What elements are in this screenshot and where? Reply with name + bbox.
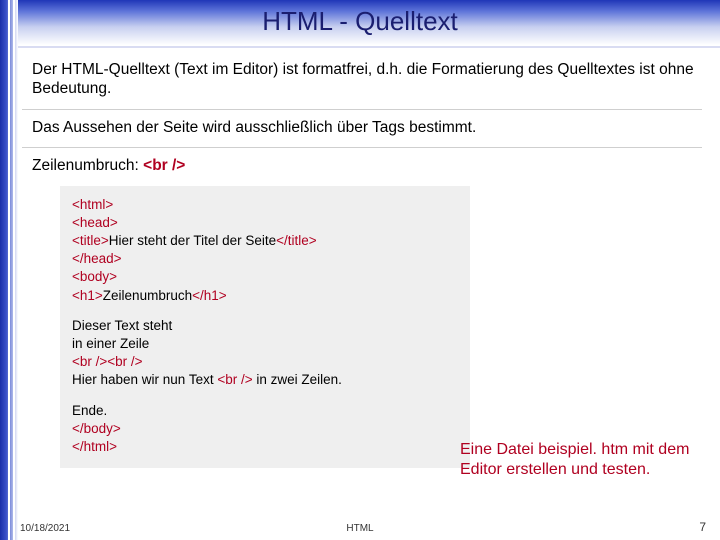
title-divider: [18, 46, 720, 48]
code-gap: [72, 305, 458, 317]
code-line: <br /><br />: [72, 353, 458, 371]
code-line: <body>: [72, 268, 458, 286]
code-tag: </title>: [276, 233, 317, 248]
code-gap: [72, 390, 458, 402]
code-line: Ende.: [72, 402, 458, 420]
code-line: Dieser Text steht: [72, 317, 458, 335]
code-text: Ende.: [72, 403, 107, 418]
code-tag: <br />: [217, 372, 252, 387]
code-line: </body>: [72, 420, 458, 438]
footer-mid: HTML: [0, 523, 720, 534]
code-tag: </head>: [72, 251, 122, 266]
code-tag: <head>: [72, 215, 118, 230]
code-line: Hier haben wir nun Text <br /> in zwei Z…: [72, 371, 458, 389]
left-accent-bar: [0, 0, 18, 540]
code-tag: <html>: [72, 197, 113, 212]
code-tag: <title>: [72, 233, 109, 248]
line-break-tag: <br />: [143, 157, 185, 174]
code-box: <html> <head> <title>Hier steht der Tite…: [60, 186, 470, 469]
code-text: in zwei Zeilen.: [253, 372, 342, 387]
code-line: in einer Zeile: [72, 335, 458, 353]
slide: HTML - Quelltext Der HTML-Quelltext (Tex…: [0, 0, 720, 540]
code-tag: </html>: [72, 439, 117, 454]
footer-page-number: 7: [699, 520, 706, 534]
code-text: Hier haben wir nun Text: [72, 372, 217, 387]
divider-2: [22, 147, 702, 148]
code-text: Hier steht der Titel der Seite: [109, 233, 276, 248]
code-line: <head>: [72, 214, 458, 232]
slide-body: Der HTML-Quelltext (Text im Editor) ist …: [32, 60, 694, 468]
code-tag: </h1>: [192, 288, 227, 303]
code-line: <title>Hier steht der Titel der Seite</t…: [72, 232, 458, 250]
paragraph-2: Das Aussehen der Seite wird ausschließli…: [32, 118, 694, 137]
code-line: </html>: [72, 438, 458, 456]
code-tag: <br /><br />: [72, 354, 143, 369]
code-text: Zeilenumbruch: [103, 288, 192, 303]
code-tag: <body>: [72, 269, 117, 284]
code-tag: <h1>: [72, 288, 103, 303]
task-note: Eine Datei beispiel. htm mit dem Editor …: [460, 440, 700, 480]
code-tag: </body>: [72, 421, 121, 436]
code-line: </head>: [72, 250, 458, 268]
divider-1: [22, 109, 702, 110]
line-break-label: Zeilenumbruch:: [32, 157, 143, 174]
code-text: in einer Zeile: [72, 336, 149, 351]
code-text: Dieser Text steht: [72, 318, 172, 333]
paragraph-1: Der HTML-Quelltext (Text im Editor) ist …: [32, 60, 694, 99]
code-line: <h1>Zeilenumbruch</h1>: [72, 287, 458, 305]
slide-title: HTML - Quelltext: [0, 6, 720, 37]
line-break-label-row: Zeilenumbruch: <br />: [32, 156, 694, 175]
code-line: <html>: [72, 196, 458, 214]
